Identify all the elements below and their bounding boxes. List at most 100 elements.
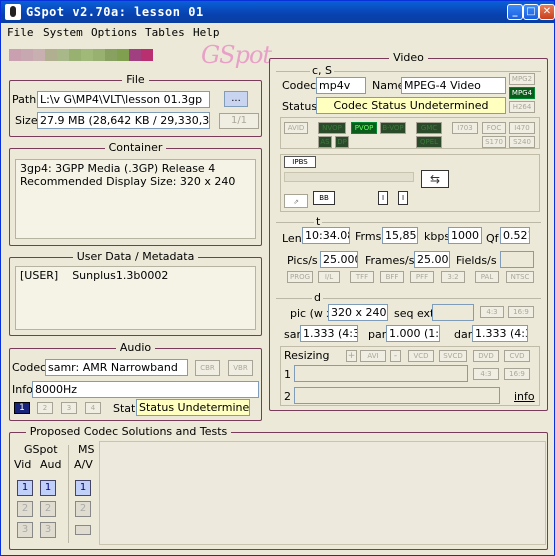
ms-av-2[interactable]: 2 [75,501,91,517]
ipbs-indicator: IPBS [284,156,316,168]
seqext-label: seq ext [394,307,435,320]
audio-stat-label: Stat [113,402,136,415]
userdata-group-label: User Data / Metadata [72,250,199,263]
menu-tables[interactable]: Tables [145,26,185,39]
audio-info-field: 8000Hz [32,381,259,398]
title-bar[interactable]: GSpot v2.70a: lesson 01 _ □ ✕ [1,1,555,23]
fields-label: Fields/s [456,254,497,267]
resize-43-indicator: 4:3 [473,368,499,380]
parts-button[interactable]: 1/1 [219,113,259,129]
gspot-aud-2[interactable]: 2 [40,501,56,517]
info-link[interactable]: info [514,390,535,403]
menu-options[interactable]: Options [91,26,137,39]
video-group: Video c, S Codec mp4v Name MPEG-4 Video … [269,51,548,411]
audio-group: Audio Codec samr: AMR Narrowband CBR VBR… [9,341,262,421]
kbps-field: 1000 [448,227,482,244]
container-line2: Recommended Display Size: 320 x 240 [20,175,236,188]
resize-169-indicator: 16:9 [504,368,530,380]
frames-label: Frames/s [365,254,415,267]
path-field[interactable]: L:\v G\MP4\VLT\lesson 01.3gp [37,91,210,108]
video-codec-label: Codec [282,79,317,92]
gop-icon: ⇗ [284,194,308,208]
userdata-info: [USER] Sunplus1.3b0002 [15,266,256,330]
path-label: Path [12,93,37,106]
size-field: 27.9 MB (28,642 KB / 29,330,308 b) [37,112,210,129]
resize-minus-button[interactable]: - [390,350,401,362]
ratio-169-indicator: 16:9 [508,306,534,318]
gspot-vid-3[interactable]: 3 [17,522,33,538]
video-group-label: Video [389,51,428,64]
gspot-vid-1[interactable]: 1 [17,480,33,496]
cbr-indicator: CBR [195,360,220,376]
close-button[interactable]: ✕ [539,4,555,20]
strip-swatch [81,49,93,61]
audio-channel-3[interactable]: 3 [61,402,77,414]
pics-label: Pics/s [287,254,318,267]
vid-column-label: Vid [14,458,32,471]
gspot-aud-1[interactable]: 1 [40,480,56,496]
qf-label: Qf [486,232,499,245]
strip-swatch [21,49,33,61]
flag-s240: S240 [509,136,535,148]
par-field: 1.000 (1:1) [386,325,440,342]
audio-channel-1[interactable]: 1 [14,402,30,414]
browse-button[interactable]: ... [224,91,248,107]
av-column-label: A/V [74,458,93,471]
file-group-label: File [122,73,149,86]
flag-gmc: GMC [416,122,442,134]
minimize-button[interactable]: _ [507,4,523,20]
ms-av-1[interactable]: 1 [75,480,91,496]
resize-cvd-button[interactable]: CVD [504,350,530,362]
resize-svcd-button[interactable]: SVCD [439,350,467,362]
i-indicator-1: I [378,191,388,205]
flag-prog: PROG [287,271,313,283]
flag-s170: S170 [482,136,506,148]
len-field: 10:34.080 [302,227,350,244]
flag-dp: DP [335,136,349,148]
gop-nav-button[interactable]: ⇆ [421,170,449,188]
menu-file[interactable]: File [7,26,34,39]
video-name-label: Name [372,79,405,92]
menu-help[interactable]: Help [193,26,220,39]
audio-codec-label: Codec [12,361,47,374]
bb-indicator: BB [313,191,335,205]
strip-swatch [9,49,21,61]
resize-plus-button[interactable]: + [346,350,357,362]
window-title: GSpot v2.70a: lesson 01 [26,5,204,19]
audio-codec-field: samr: AMR Narrowband [45,359,188,376]
color-strip [9,49,153,61]
gspot-aud-3[interactable]: 3 [40,522,56,538]
container-group-label: Container [104,141,167,154]
gspot-vid-2[interactable]: 2 [17,501,33,517]
gspot-column-label: GSpot [24,443,58,456]
menu-bar: File System Options Tables Help [1,23,554,43]
strip-swatch [105,49,117,61]
flag-il: I/L [318,271,340,283]
audio-status: Status Undetermined [136,399,250,416]
flag-pvop: PVOP [351,122,377,134]
aud-column-label: Aud [40,458,62,471]
flag-avid: AVID [284,122,308,134]
resize-row-1-field [294,365,468,382]
resize-vcd-button[interactable]: VCD [408,350,434,362]
strip-swatch [45,49,57,61]
resize-avi-button[interactable]: AVI [360,350,386,362]
resize-dvd-button[interactable]: DVD [473,350,499,362]
strip-swatch [93,49,105,61]
ms-av-3[interactable] [75,525,91,535]
flag-foc: FOC [482,122,506,134]
vbr-indicator: VBR [228,360,253,376]
flag-tff: TFF [350,271,374,283]
flag-bff: BFF [380,271,404,283]
strip-swatch [117,49,129,61]
audio-channel-4[interactable]: 4 [85,402,101,414]
pics-field: 25.000 [320,251,358,268]
maximize-button[interactable]: □ [523,4,539,20]
menu-system[interactable]: System [43,26,83,39]
audio-channel-2[interactable]: 2 [37,402,53,414]
h264-indicator: H264 [509,101,535,113]
ms-column-label: MS [78,443,95,456]
audio-group-label: Audio [115,341,156,354]
par-label: par [368,328,387,341]
flag-pff: PFF [410,271,434,283]
